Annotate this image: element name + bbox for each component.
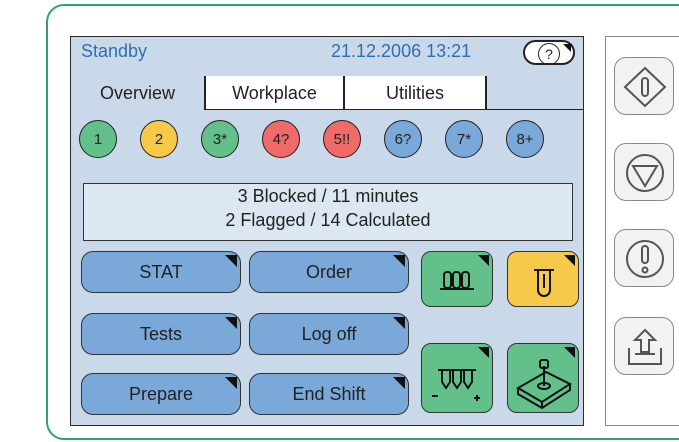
tests-button[interactable]: Tests <box>81 313 241 355</box>
tube-tile[interactable] <box>507 251 579 307</box>
status-label: Standby <box>81 41 148 61</box>
hardware-button-panel <box>605 36 679 426</box>
joystick-tile[interactable] <box>507 343 579 413</box>
log-off-button[interactable]: Log off <box>249 313 409 355</box>
help-icon: ? <box>538 43 560 65</box>
status-circle-4[interactable]: 4? <box>262 120 300 158</box>
rack-load-unload-icon <box>432 369 480 401</box>
load-unload-tile[interactable] <box>421 343 493 413</box>
tab-workplace[interactable]: Workplace <box>206 76 345 110</box>
rack-icon <box>440 271 474 290</box>
tab-utilities[interactable]: Utilities <box>345 76 487 110</box>
tube-icon <box>534 269 554 297</box>
alert-icon <box>626 240 664 278</box>
status-circle-1[interactable]: 1 <box>79 120 117 158</box>
touch-screen: Standby 21.12.2006 13:21 ? Overview Work… <box>70 36 584 426</box>
stop-button[interactable] <box>614 143 674 201</box>
status-circle-3[interactable]: 3* <box>201 120 239 158</box>
start-button[interactable] <box>614 57 674 115</box>
header-bar: Standby 21.12.2006 13:21 ? <box>71 37 583 69</box>
tab-bar-fill <box>487 76 583 110</box>
prepare-button[interactable]: Prepare <box>81 373 241 415</box>
summary-line-2: 2 Flagged / 14 Calculated <box>225 210 431 230</box>
end-shift-button[interactable]: End Shift <box>249 373 409 415</box>
upload-button[interactable] <box>614 317 674 375</box>
datetime-label: 21.12.2006 13:21 <box>331 41 472 61</box>
stop-icon <box>626 154 664 192</box>
joystick-icon <box>516 359 573 410</box>
upload-icon <box>628 328 662 365</box>
stat-button[interactable]: STAT <box>81 251 241 293</box>
status-circle-2[interactable]: 2 <box>140 120 178 158</box>
status-circle-6[interactable]: 6? <box>384 120 422 158</box>
alert-button[interactable] <box>614 229 674 287</box>
start-icon <box>623 66 667 108</box>
help-button[interactable]: ? <box>523 40 575 65</box>
status-circle-7[interactable]: 7* <box>445 120 483 158</box>
order-button[interactable]: Order <box>249 251 409 293</box>
status-circle-5[interactable]: 5!! <box>323 120 361 158</box>
tab-bar: Overview Workplace Utilities <box>71 76 583 110</box>
status-circle-8[interactable]: 8+ <box>506 120 544 158</box>
tab-overview[interactable]: Overview <box>71 76 206 110</box>
status-summary: 3 Blocked / 11 minutes 2 Flagged / 14 Ca… <box>83 183 573 241</box>
rack-tile[interactable] <box>421 251 493 307</box>
summary-line-1: 3 Blocked / 11 minutes <box>237 186 419 206</box>
